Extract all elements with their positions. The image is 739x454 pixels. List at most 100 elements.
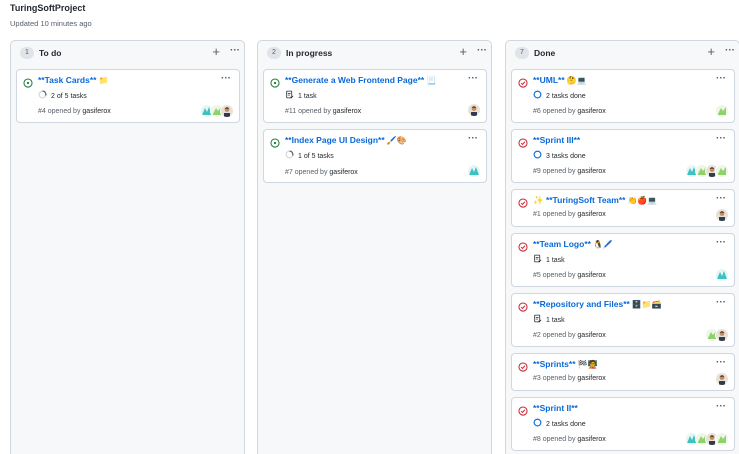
issue-title-link[interactable]: **Repository and Files** 🗄️📁🗃️ [533,299,662,310]
card-menu-button[interactable]: ··· [716,297,726,308]
issue-meta-line: #3 opened by gasiferox [533,374,606,383]
done-circle-icon [533,150,542,162]
author-link[interactable]: gasiferox [577,108,605,115]
issue-card[interactable]: **Sprint III** ··· 3 tasks done #9 opened b… [511,129,735,183]
issue-meta-line: #1 opened by gasiferox [533,210,606,219]
avatar[interactable] [715,268,729,282]
title-emoji: 🖌️🎨 [386,136,407,145]
author-link[interactable]: gasiferox [577,375,605,382]
author-link[interactable]: gasiferox [577,272,605,279]
task-list-icon [533,254,542,266]
add-card-button[interactable]: + [212,44,220,60]
project-header: TuringSoftProject Updated 10 minutes ago [10,3,92,28]
assignee-avatars [200,104,234,118]
task-progress-text: 1 task [546,316,565,324]
column-menu-button[interactable]: ··· [477,43,487,59]
add-card-button[interactable]: + [707,44,715,60]
issue-title-text: **Repository and Files** [533,299,630,309]
opened-by-text: opened by [542,168,576,175]
issue-title-link[interactable]: **Team Logo** 🐧🖊️ [533,239,613,250]
issue-title-text: **Generate a Web Frontend Page** [285,75,425,85]
issue-meta-line: #8 opened by gasiferox [533,435,606,444]
card-menu-button[interactable]: ··· [221,73,231,84]
opened-by-text: opened by [542,436,576,443]
issue-card[interactable]: **Sprint II** ··· 2 tasks done #8 opened by… [511,397,735,451]
card-menu-button[interactable]: ··· [716,193,726,204]
card-menu-button[interactable]: ··· [716,357,726,368]
card-menu-button[interactable]: ··· [468,73,478,84]
issue-number: #6 [533,108,541,115]
task-progress-text: 1 task [546,256,565,264]
avatar[interactable] [220,104,234,118]
avatar[interactable] [715,104,729,118]
avatar[interactable] [715,432,729,446]
issue-card[interactable]: **Task Cards** 📁 ··· 2 of 5 tasks #4 opened … [16,69,240,123]
issue-card[interactable]: ✨ **TuringSoft Team** 👏🍎💻 ··· #1 opened by … [511,189,735,227]
issue-closed-icon [518,239,528,252]
issue-closed-icon [518,403,528,416]
author-link[interactable]: gasiferox [333,108,361,115]
issue-title-link[interactable]: **Index Page UI Design** 🖌️🎨 [285,135,407,146]
issue-closed-icon [518,135,528,148]
task-progress-text: 3 tasks done [546,152,586,160]
card-menu-button[interactable]: ··· [716,401,726,412]
card-menu-button[interactable]: ··· [716,237,726,248]
author-link[interactable]: gasiferox [82,108,110,115]
opened-by-text: opened by [542,375,576,382]
issue-card[interactable]: **Generate a Web Frontend Page** 📃 ··· 1 ta… [263,69,487,123]
card-menu-button[interactable]: ··· [716,73,726,84]
issue-meta-line: #11 opened by gasiferox [285,107,361,116]
issue-title-text: **Index Page UI Design** [285,135,385,145]
author-link[interactable]: gasiferox [577,168,605,175]
issue-number: #4 [38,108,46,115]
issue-card[interactable]: **Repository and Files** 🗄️📁🗃️ ··· 1 task #2… [511,293,735,347]
issue-title-link[interactable]: **UML** 🤔💻 [533,75,587,86]
opened-by-text: opened by [47,108,81,115]
avatar[interactable] [715,372,729,386]
progress-ring-icon [38,90,47,102]
avatar[interactable] [715,328,729,342]
avatar[interactable] [467,164,481,178]
issue-meta-line: #2 opened by gasiferox [533,331,606,340]
avatar[interactable] [715,164,729,178]
assignee-avatars [715,268,729,282]
issue-title-link[interactable]: **Task Cards** 📁 [38,75,108,86]
add-card-button[interactable]: + [459,44,467,60]
column-menu-button[interactable]: ··· [725,43,735,59]
issue-card[interactable]: **UML** 🤔💻 ··· 2 tasks done #6 opened by gas… [511,69,735,123]
column-to-do: 1 To do + ··· **Task Cards** 📁 ··· 2 of 5 tasks… [10,40,245,454]
issue-title-link[interactable]: **Generate a Web Frontend Page** 📃 [285,75,436,86]
issue-title-text: **Task Cards** [38,75,97,85]
issue-card[interactable]: **Index Page UI Design** 🖌️🎨 ··· 1 of 5 tas… [263,129,487,183]
author-link[interactable]: gasiferox [577,211,605,218]
project-updated-time: Updated 10 minutes ago [10,19,92,28]
issue-title-text: **Sprint III** [533,135,581,145]
issue-meta-line: #4 opened by gasiferox [38,107,111,116]
assignee-avatars [685,164,729,178]
card-menu-button[interactable]: ··· [468,133,478,144]
avatar[interactable] [715,208,729,222]
author-link[interactable]: gasiferox [577,436,605,443]
progress-ring-icon [285,150,294,162]
author-link[interactable]: gasiferox [577,332,605,339]
column-title: In progress [286,48,333,58]
avatar[interactable] [467,103,481,117]
card-menu-button[interactable]: ··· [716,133,726,144]
issue-number: #9 [533,168,541,175]
column-menu-button[interactable]: ··· [230,43,240,59]
issue-card[interactable]: **Sprints** 🏁🧑‍🏫 ··· #3 opened by gasiferox [511,353,735,391]
column-header: 1 To do + ··· [11,41,244,65]
issue-meta-line: #9 opened by gasiferox [533,167,606,176]
issue-title-link[interactable]: **Sprints** 🏁🧑‍🏫 [533,359,597,370]
title-emoji: 📁 [98,76,109,85]
issue-title-link[interactable]: ✨ **TuringSoft Team** 👏🍎💻 [533,195,657,206]
issue-number: #8 [533,436,541,443]
issue-card[interactable]: **Team Logo** 🐧🖊️ ··· 1 task #5 opened by ga… [511,233,735,287]
assignee-avatars [467,164,481,178]
issue-title-link[interactable]: **Sprint II** [533,403,578,414]
assignee-avatars [715,372,729,386]
author-link[interactable]: gasiferox [329,169,357,176]
column-header: 7 Done + ··· [506,41,739,65]
task-progress-text: 2 of 5 tasks [51,92,87,100]
issue-title-link[interactable]: **Sprint III** [533,135,580,146]
